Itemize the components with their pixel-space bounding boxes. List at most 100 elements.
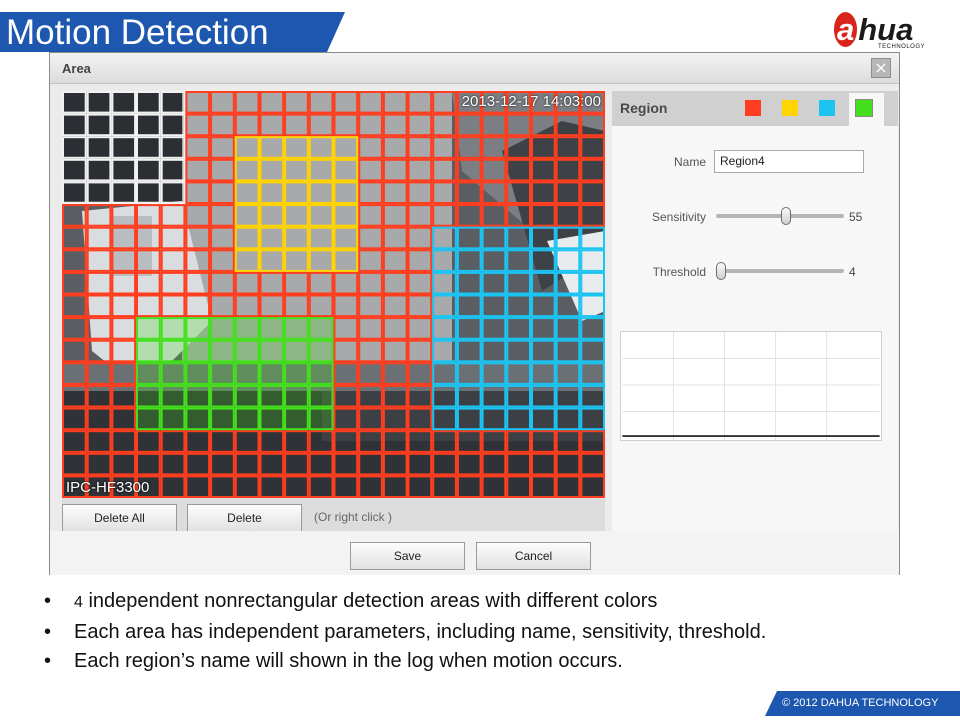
sensitivity-slider-track[interactable] [716, 214, 844, 218]
grid-cell [210, 91, 235, 114]
threshold-slider-thumb[interactable] [716, 262, 727, 280]
dialog-titlebar: Area × [50, 53, 899, 84]
region-name-input[interactable]: Region4 [714, 150, 864, 173]
grid-cell [259, 430, 285, 453]
threshold-slider-track[interactable] [716, 269, 844, 273]
dialog-title: Area [62, 61, 91, 76]
grid-cell [531, 136, 556, 159]
grid-cell [358, 452, 383, 476]
grid-cell [506, 362, 531, 385]
grid-cell [86, 294, 112, 318]
grid-cell [456, 384, 482, 408]
grid-cell [456, 475, 482, 498]
grid-cell [136, 339, 161, 363]
grid-cell [210, 452, 235, 476]
grid-cell [234, 384, 260, 408]
grid-cell [62, 339, 87, 363]
grid-cell [308, 339, 334, 363]
motion-grid[interactable] [62, 91, 605, 498]
grid-cell [407, 204, 433, 227]
grid-cell [382, 362, 408, 385]
grid-cell [259, 407, 285, 431]
grid-cell [555, 226, 581, 250]
grid-cell [456, 113, 482, 137]
grid-cell [259, 226, 285, 250]
grid-cell [407, 91, 433, 114]
grid-cell [86, 249, 112, 272]
region3-color-swatch[interactable] [819, 100, 835, 116]
grid-cell [86, 339, 112, 363]
feature-bullet-list: • 4 independent nonrectangular detection … [44, 587, 924, 677]
grid-cell [259, 384, 285, 408]
grid-cell [555, 384, 581, 408]
grid-cell [531, 475, 556, 498]
save-button[interactable]: Save [350, 542, 465, 570]
grid-cell [432, 158, 457, 182]
grid-cell [333, 158, 359, 182]
grid-cell [86, 430, 112, 453]
region2-color-swatch[interactable] [782, 100, 798, 116]
grid-cell [185, 362, 211, 385]
region1-color-swatch[interactable] [745, 100, 761, 116]
close-button[interactable]: × [871, 58, 891, 78]
grid-cell [259, 158, 285, 182]
grid-cell [382, 181, 408, 205]
motion-level-graph [620, 331, 882, 441]
grid-cell [234, 91, 260, 114]
grid-cell [407, 136, 433, 159]
grid-cell [136, 226, 161, 250]
video-preview[interactable]: 2013-12-17 14:03:00 IPC-HF3300 [62, 91, 605, 498]
grid-cell [308, 113, 334, 137]
grid-cell [358, 271, 383, 295]
grid-cell [234, 317, 260, 340]
grid-cell [358, 204, 383, 227]
delete-button[interactable]: Delete [187, 504, 302, 532]
grid-cell [407, 407, 433, 431]
grid-cell [407, 430, 433, 453]
grid-cell [136, 452, 161, 476]
grid-cell [284, 407, 309, 431]
grid-cell [210, 362, 235, 385]
grid-cell [136, 158, 161, 182]
grid-cell [456, 317, 482, 340]
bullet-item: • 4 independent nonrectangular detection … [44, 590, 658, 612]
grid-cell [382, 317, 408, 340]
grid-cell [210, 317, 235, 340]
area-dialog: Area × 2013-12-17 14:03:00 IPC-HF3300 De… [49, 52, 900, 575]
grid-cell [481, 384, 507, 408]
cancel-button[interactable]: Cancel [476, 542, 591, 570]
grid-cell [86, 91, 112, 114]
grid-cell [531, 204, 556, 227]
grid-cell [210, 113, 235, 137]
grid-cell [481, 407, 507, 431]
grid-cell [136, 181, 161, 205]
grid-cell [580, 317, 605, 340]
grid-cell [531, 294, 556, 318]
grid-cell [185, 384, 211, 408]
grid-cell [86, 181, 112, 205]
grid-cell [185, 475, 211, 498]
grid-cell [234, 226, 260, 250]
delete-all-button[interactable]: Delete All [62, 504, 177, 532]
grid-cell [407, 181, 433, 205]
region4-color-swatch[interactable] [855, 99, 873, 117]
grid-cell [432, 249, 457, 272]
copyright-banner: © 2012 DAHUA TECHNOLOGY [765, 691, 960, 716]
dialog-footer: Save Cancel [50, 531, 899, 575]
grid-cell [382, 158, 408, 182]
grid-cell [185, 136, 211, 159]
sensitivity-slider-thumb[interactable] [781, 207, 792, 225]
grid-cell [531, 339, 556, 363]
grid-cell [531, 158, 556, 182]
grid-cell [62, 181, 87, 205]
grid-cell [333, 430, 359, 453]
grid-cell [62, 407, 87, 431]
grid-cell [62, 91, 87, 114]
grid-cell [136, 249, 161, 272]
grid-cell [382, 226, 408, 250]
grid-cell [111, 91, 137, 114]
sensitivity-value: 55 [849, 210, 863, 224]
grid-cell [555, 271, 581, 295]
grid-cell [284, 204, 309, 227]
grid-cell [210, 249, 235, 272]
